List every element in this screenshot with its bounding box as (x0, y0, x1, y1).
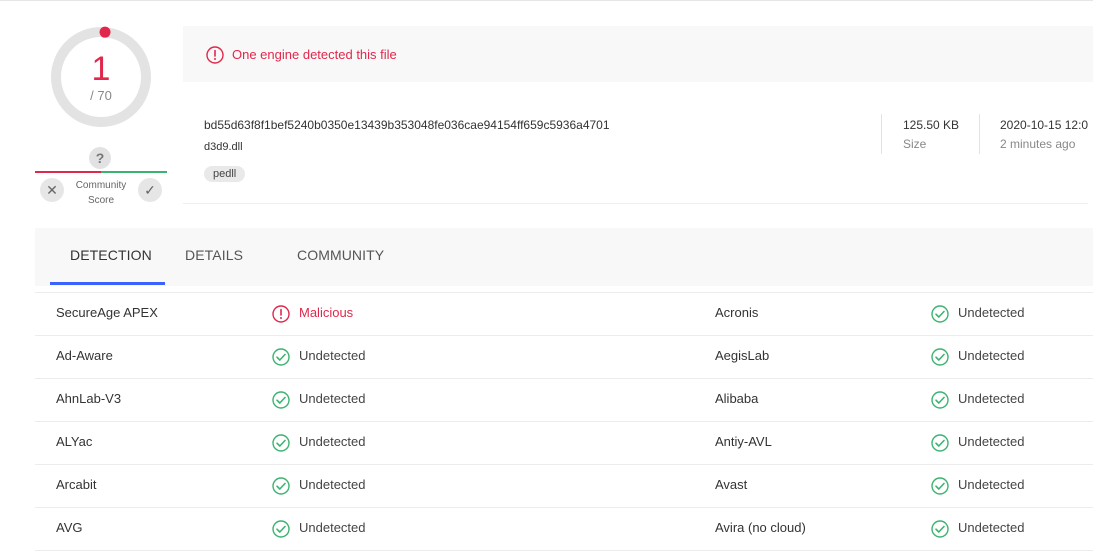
check-circle-icon (931, 434, 949, 452)
engine-name: Avira (no cloud) (715, 520, 806, 535)
check-circle-icon (931, 348, 949, 366)
tab-details[interactable]: DETAILS (185, 247, 243, 263)
alert-circle-icon (272, 305, 290, 323)
engine-result: Undetected (299, 348, 366, 363)
detection-score-gauge: 1 / 70 (50, 26, 152, 128)
community-label-line1: Community (75, 180, 127, 191)
engine-name: Ad-Aware (56, 348, 113, 363)
check-circle-icon (931, 477, 949, 495)
engine-name: Antiy-AVL (715, 434, 772, 449)
check-circle-icon (272, 477, 290, 495)
meta-divider (979, 114, 980, 154)
community-score-bar-negative (35, 171, 101, 173)
meta-divider (881, 114, 882, 154)
engine-name: Arcabit (56, 477, 97, 492)
file-hash[interactable]: bd55d63f8f1bef5240b0350e13439b353048fe03… (204, 118, 610, 132)
check-circle-icon (272, 520, 290, 538)
engine-result: Undetected (958, 391, 1025, 406)
last-analysis-date: 2020-10-15 12:0 (1000, 118, 1089, 132)
engine-result: Undetected (299, 434, 366, 449)
community-score-bar-positive (101, 171, 167, 173)
engine-name: SecureAge APEX (56, 305, 158, 320)
engine-result: Undetected (299, 477, 366, 492)
engine-result: Undetected (958, 477, 1025, 492)
last-analysis-relative: 2 minutes ago (1000, 137, 1076, 151)
engine-result: Undetected (958, 520, 1025, 535)
check-circle-icon (931, 305, 949, 323)
engine-name: AVG (56, 520, 83, 535)
detection-count: 1 (91, 50, 111, 88)
alert-circle-icon (206, 46, 224, 64)
file-info-panel (183, 82, 1088, 204)
vote-harmful-button[interactable]: ✕ (40, 178, 64, 202)
engine-result: Undetected (958, 348, 1025, 363)
active-tab-indicator (50, 282, 165, 285)
vote-harmless-button[interactable]: ✓ (138, 178, 162, 202)
engine-result: Undetected (299, 520, 366, 535)
engine-result: Undetected (299, 391, 366, 406)
engine-name: Alibaba (715, 391, 759, 406)
engine-name: AegisLab (715, 348, 770, 363)
file-size-value: 125.50 KB (903, 118, 960, 132)
check-circle-icon (272, 434, 290, 452)
engine-total: / 70 (90, 88, 112, 103)
tab-community[interactable]: COMMUNITY (297, 247, 384, 263)
detection-banner-text: One engine detected this file (232, 47, 397, 62)
check-circle-icon (931, 520, 949, 538)
engine-result: Undetected (958, 434, 1025, 449)
file-name: d3d9.dll (204, 141, 243, 153)
check-circle-icon (931, 391, 949, 409)
engine-name: AhnLab-V3 (56, 391, 122, 406)
tab-detection[interactable]: DETECTION (70, 247, 152, 263)
check-circle-icon (272, 391, 290, 409)
file-size-label: Size (903, 137, 927, 151)
engine-name: Acronis (715, 305, 759, 320)
community-score-label: Community Score (66, 178, 136, 208)
engine-name: ALYac (56, 434, 93, 449)
community-score-help-icon[interactable]: ? (89, 147, 111, 169)
engine-result: Malicious (299, 305, 354, 320)
engine-name: Avast (715, 477, 748, 492)
gauge-progress-marker (99, 26, 111, 38)
file-tag[interactable]: pedll (204, 166, 246, 182)
check-circle-icon (272, 348, 290, 366)
community-label-line2: Score (87, 195, 115, 206)
top-divider (0, 0, 1093, 1)
engine-result: Undetected (958, 305, 1025, 320)
